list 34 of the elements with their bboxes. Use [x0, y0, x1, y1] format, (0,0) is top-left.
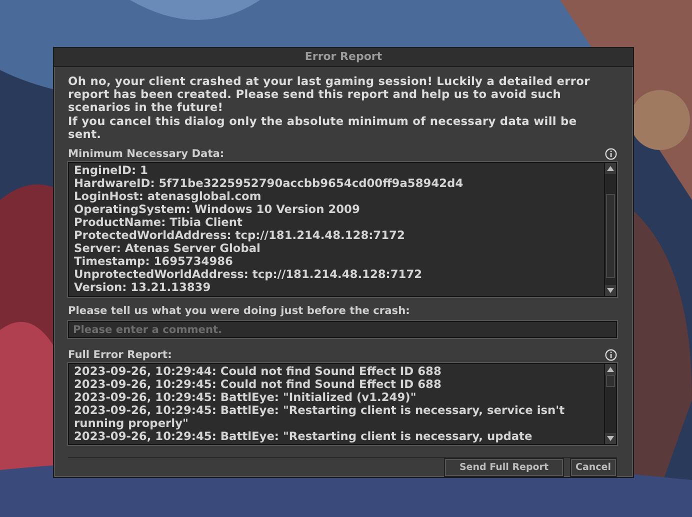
- info-icon[interactable]: [605, 348, 617, 360]
- scroll-up-icon[interactable]: [605, 364, 616, 375]
- intro-text: Oh no, your client crashed at your last gaming session! Luckily a detailed error report has been created. Please send this report and help us to avoid such scenarios in the future!: [68, 74, 591, 115]
- scrollbar-thumb[interactable]: [606, 375, 615, 387]
- cancel-button[interactable]: Cancel: [570, 458, 617, 477]
- scrollbar-thumb[interactable]: [606, 194, 615, 278]
- data-line: HardwareID: 5f71be3225952790accbb9654cd00ff9a58942d4: [74, 177, 464, 190]
- data-line: LoginHost: atenasglobal.com: [74, 190, 262, 203]
- report-line: 2023-09-26, 10:29:45: Could not find Sound Effect ID 688: [74, 378, 442, 391]
- scroll-down-icon[interactable]: [605, 433, 616, 444]
- data-line: Server: Atenas Server Global: [74, 242, 260, 255]
- scroll-down-icon[interactable]: [605, 285, 616, 296]
- intro-text: If you cancel this dialog only the absolute minimum of necessary data will be sent.: [68, 114, 578, 141]
- section-label: Minimum Necessary Data:: [68, 148, 224, 160]
- send-button[interactable]: Send Full Report: [444, 458, 564, 477]
- info-icon[interactable]: [605, 148, 617, 160]
- report-line: 2023-09-26, 10:29:44: Could not find Sound Effect ID 688: [74, 365, 442, 378]
- data-line: UnprotectedWorldAddress: tcp://181.214.48.128:7172: [74, 268, 424, 281]
- scrollbar[interactable]: [604, 364, 616, 444]
- window-title: Error Report: [304, 50, 382, 64]
- data-line: ProtectedWorldAddress: tcp://181.214.48.128:7172: [74, 229, 406, 242]
- report-line: 2023-09-26, 10:29:45: BattlEye: "Restarting client is necessary, update: [74, 430, 534, 443]
- report-line: 2023-09-26, 10:29:45: BattlEye: "Restarting client is necessary, service isn't running properly": [74, 404, 566, 430]
- data-line: EngineID: 1: [74, 164, 149, 177]
- comment-field[interactable]: Please enter a comment.: [68, 321, 617, 338]
- data-line: OperatingSystem: Windows 10 Version 2009: [74, 203, 361, 216]
- data-line: ProductName: Tibia Client: [74, 216, 244, 229]
- section-label: Full Error Report:: [68, 348, 172, 360]
- scroll-up-icon[interactable]: [605, 163, 616, 174]
- comment-label: Please tell us what you were doing just before the crash:: [68, 304, 410, 316]
- scrollbar[interactable]: [604, 163, 616, 296]
- data-line: Version: 13.21.13839: [74, 281, 211, 294]
- data-line: Timestamp: 1695734986: [74, 255, 234, 268]
- report-line: 2023-09-26, 10:29:45: BattlEye: "Initialized (v1.249)": [74, 391, 418, 404]
